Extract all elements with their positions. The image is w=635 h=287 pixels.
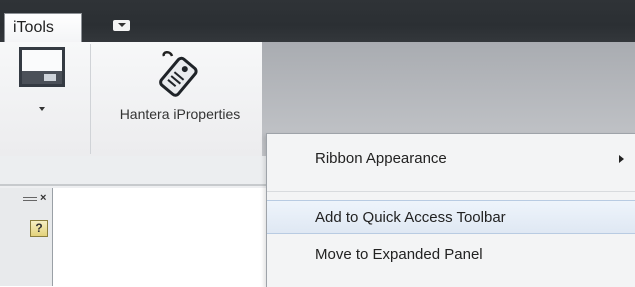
chevron-right-icon [619, 155, 624, 163]
context-menu: Ribbon Appearance Add to Quick Access To… [266, 133, 635, 287]
display-settings-icon [19, 47, 65, 87]
ribbon-group-separator [90, 44, 91, 154]
menu-separator [267, 191, 635, 192]
dropdown-arrow-icon [112, 19, 130, 31]
menu-item-label: Ribbon Appearance [315, 150, 447, 167]
menu-item-ribbon-appearance[interactable]: Ribbon Appearance [267, 142, 635, 176]
menu-item-label: Move to Expanded Panel [315, 246, 483, 263]
hantera-iproperties-label: Hantera iProperties [119, 106, 241, 122]
close-icon[interactable]: × [40, 192, 46, 204]
menu-item-label: Add to Quick Access Toolbar [315, 209, 506, 226]
menu-item-add-to-quick-access-toolbar[interactable]: Add to Quick Access Toolbar [267, 200, 635, 234]
display-split-button[interactable] [18, 46, 72, 126]
tag-icon [159, 51, 198, 97]
ribbon-tab-bar [0, 0, 635, 42]
chevron-down-icon[interactable] [39, 107, 45, 111]
panel-menu-icon[interactable] [23, 197, 37, 198]
panel-controls: × [23, 192, 51, 206]
ribbon-dropdown-button[interactable] [102, 14, 140, 36]
document-area [53, 188, 269, 286]
tab-itools-label: iTools [13, 19, 54, 36]
help-button[interactable]: ? [30, 220, 48, 237]
menu-item-move-to-expanded-panel[interactable]: Move to Expanded Panel [267, 238, 635, 272]
tab-itools[interactable]: iTools [4, 13, 82, 43]
hantera-iproperties-button[interactable]: Hantera iProperties [100, 46, 260, 136]
